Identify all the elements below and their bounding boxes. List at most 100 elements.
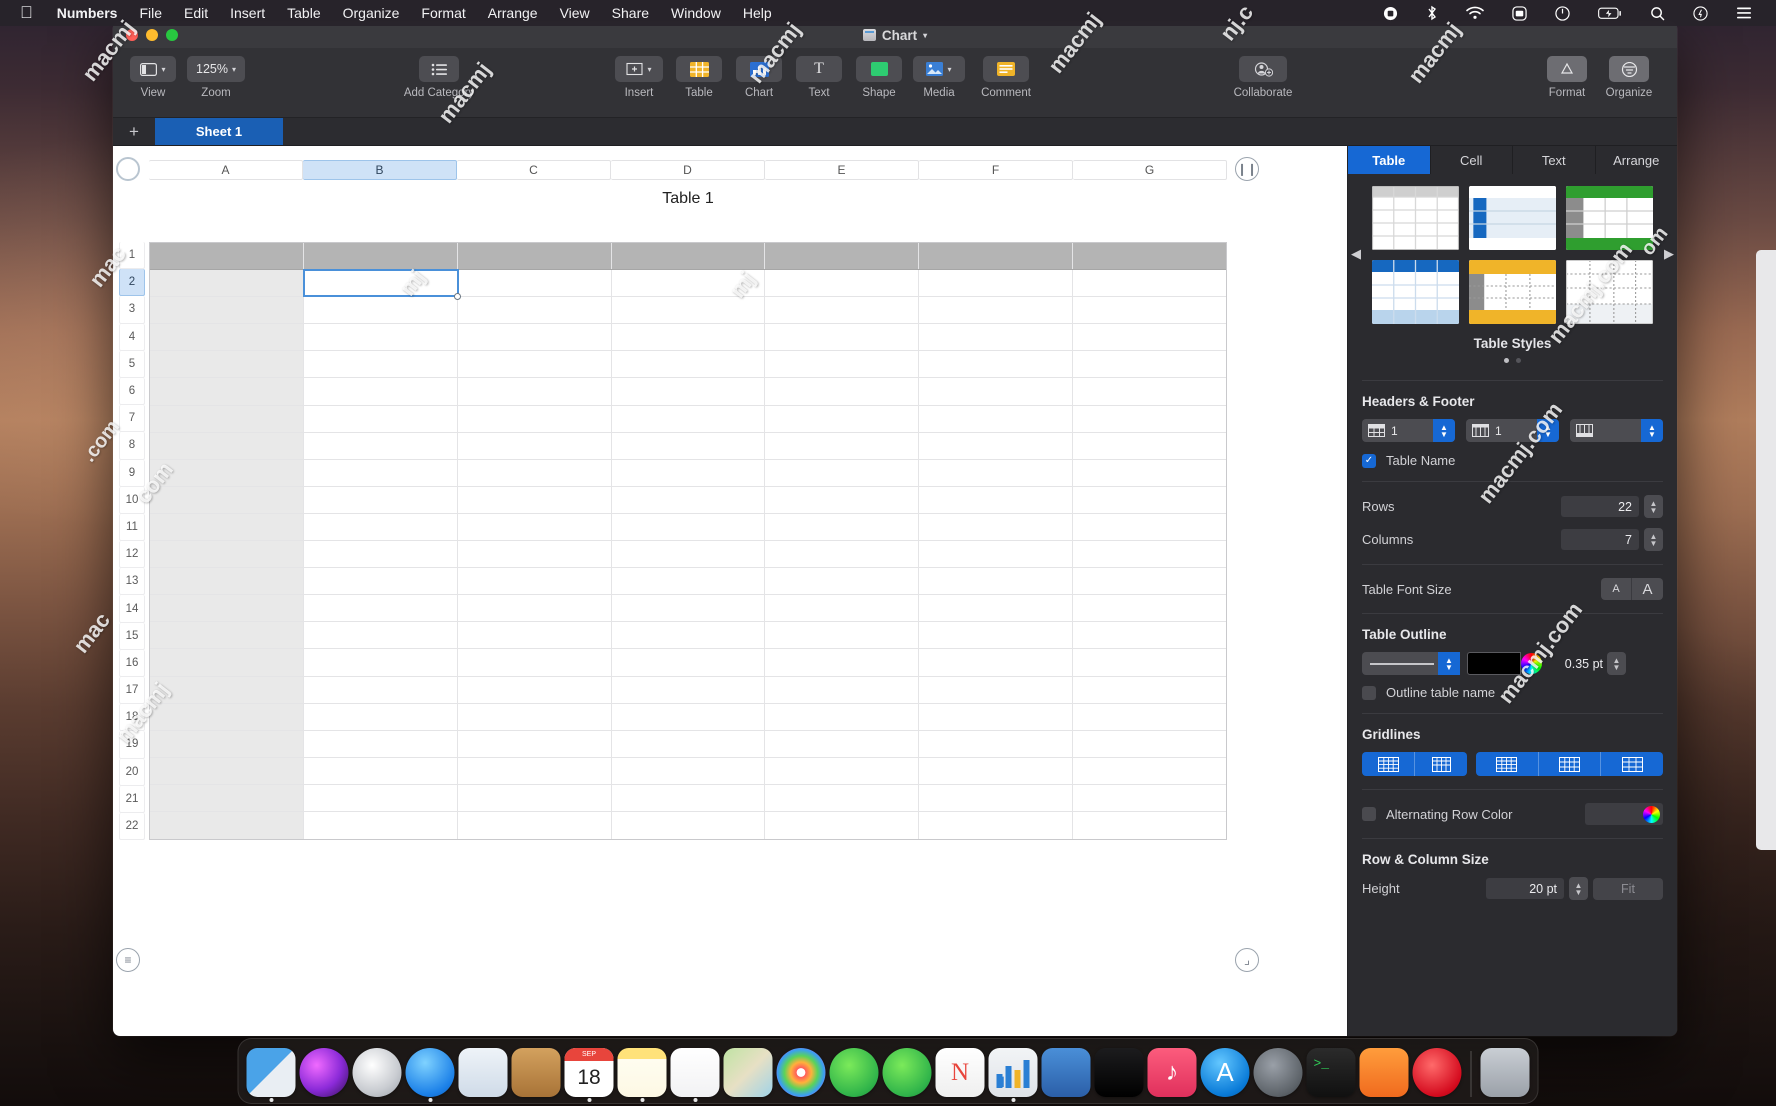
outline-table-name-row[interactable]: ✓ Outline table name — [1348, 685, 1677, 700]
cell-f18[interactable] — [919, 703, 1074, 730]
cell-d5[interactable] — [612, 351, 766, 378]
cell-g4[interactable] — [1073, 324, 1226, 350]
cell-g7[interactable] — [1073, 406, 1226, 432]
format-button[interactable] — [1547, 56, 1587, 82]
sheet-tab-sheet-1[interactable]: Sheet 1 — [155, 118, 283, 145]
cell-g1[interactable] — [1073, 243, 1226, 269]
cell-e13[interactable] — [765, 568, 920, 595]
cell-a1[interactable] — [150, 243, 304, 270]
column-header-e[interactable]: E — [765, 160, 919, 180]
body-gridlines-group[interactable] — [1476, 752, 1663, 776]
cell-c17[interactable] — [458, 676, 612, 703]
cell-c12[interactable] — [458, 541, 612, 568]
gridlines-controls[interactable] — [1348, 752, 1677, 776]
cell-d22[interactable] — [612, 811, 766, 840]
menu-item-window[interactable]: Window — [660, 0, 732, 26]
shape-button[interactable] — [856, 56, 902, 82]
cell-f5[interactable] — [919, 351, 1074, 378]
color-wheel-icon[interactable] — [1521, 653, 1542, 674]
cell-e1[interactable] — [765, 243, 920, 270]
cell-a2[interactable] — [150, 270, 304, 297]
collaborate-button[interactable] — [1239, 56, 1287, 82]
cell-g17[interactable] — [1073, 677, 1226, 703]
rows-stepper[interactable]: ▲ ▼ — [1644, 495, 1663, 518]
column-headers[interactable]: ABCDEFG — [149, 160, 1227, 180]
outline-width-stepper[interactable]: ▲ ▼ — [1607, 652, 1626, 675]
row-header-2[interactable]: 2 — [119, 269, 145, 297]
dock-icon-reminders[interactable] — [670, 1048, 720, 1102]
cell-g21[interactable] — [1073, 785, 1226, 811]
row-header-6[interactable]: 6 — [119, 377, 145, 406]
table-font-size-row[interactable]: Table Font Size A A — [1348, 578, 1677, 600]
dock-icon-safari[interactable] — [405, 1048, 455, 1102]
height-stepper[interactable]: ▲ ▼ — [1569, 877, 1588, 900]
cell-c9[interactable] — [458, 459, 612, 486]
cell-g2[interactable] — [1073, 270, 1226, 296]
menu-item-help[interactable]: Help — [732, 0, 783, 26]
apple-menu-icon[interactable]:  — [10, 4, 46, 23]
cell-f12[interactable] — [919, 541, 1074, 568]
styles-dot-2[interactable] — [1516, 358, 1521, 363]
table-font-size-segmented[interactable]: A A — [1601, 578, 1663, 600]
column-header-d[interactable]: D — [611, 160, 765, 180]
dock-icon-keynote[interactable] — [1041, 1048, 1091, 1097]
cell-b9[interactable] — [304, 459, 458, 486]
row-header-15[interactable]: 15 — [119, 622, 145, 650]
row-header-11[interactable]: 11 — [119, 513, 145, 542]
style-thumb-grey-basic[interactable] — [1372, 186, 1459, 250]
header-vertical-gridlines-button[interactable] — [1415, 752, 1467, 776]
cell-f14[interactable] — [919, 595, 1074, 622]
cell-d20[interactable] — [612, 757, 766, 784]
cell-c22[interactable] — [458, 811, 612, 840]
dock-icon-terminal[interactable]: >_ — [1306, 1048, 1356, 1097]
rows-row[interactable]: Rows 22 ▲ ▼ — [1348, 495, 1677, 518]
cell-a4[interactable] — [150, 324, 304, 351]
cell-e4[interactable] — [765, 324, 920, 351]
style-thumb-blue-header[interactable] — [1372, 260, 1459, 324]
cell-b21[interactable] — [304, 784, 458, 811]
siri-icon[interactable] — [1679, 5, 1722, 21]
cell-e2[interactable] — [765, 270, 920, 297]
outline-color-control[interactable] — [1467, 652, 1542, 675]
table-row[interactable] — [150, 269, 1226, 301]
cell-b12[interactable] — [304, 541, 458, 568]
toolbar-collaborate[interactable]: Collaborate — [1224, 48, 1302, 99]
dock-icon-siri[interactable] — [299, 1048, 349, 1097]
toolbar-add-category[interactable]: Add Category — [395, 48, 483, 99]
table-row[interactable] — [150, 568, 1226, 596]
cell-e11[interactable] — [765, 513, 920, 541]
cell-d3[interactable] — [612, 297, 766, 324]
cell-a21[interactable] — [150, 784, 304, 811]
cell-b11[interactable] — [304, 513, 458, 541]
add-sheet-button[interactable]: + — [113, 118, 155, 145]
cell-b10[interactable] — [304, 486, 458, 513]
decrease-font-size-button[interactable]: A — [1601, 578, 1632, 600]
chevron-down-icon[interactable]: ▾ — [923, 31, 927, 40]
styles-next-arrow[interactable]: ▶ — [1664, 246, 1674, 262]
menu-item-table[interactable]: Table — [276, 0, 331, 26]
cell-d21[interactable] — [612, 784, 766, 811]
dock-icon-messages[interactable] — [829, 1048, 879, 1097]
row-headers[interactable]: 1 2 3 4 5 6 7 8 9 10 11 12 13 14 15 16 17 18 19 20 21 22 — [119, 242, 145, 841]
toolbar-insert[interactable]: ▾ Insert — [613, 48, 665, 99]
header-gridlines-group[interactable] — [1362, 752, 1467, 776]
table-row[interactable] — [150, 811, 1226, 840]
cell-b4[interactable] — [304, 324, 458, 351]
spreadsheet-grid[interactable] — [149, 242, 1227, 840]
row-options-handle[interactable]: ≡ — [116, 948, 140, 972]
row-header-4[interactable]: 4 — [119, 323, 145, 351]
toolbar-zoom[interactable]: 125% ▾ Zoom — [187, 48, 245, 99]
cell-f13[interactable] — [919, 568, 1074, 595]
cell-a16[interactable] — [150, 649, 304, 676]
cell-g15[interactable] — [1073, 622, 1226, 648]
cell-c1[interactable] — [458, 243, 612, 270]
row-header-22[interactable]: 22 — [119, 812, 145, 841]
cell-c4[interactable] — [458, 324, 612, 351]
row-header-14[interactable]: 14 — [119, 595, 145, 623]
cell-f15[interactable] — [919, 622, 1074, 649]
cell-c10[interactable] — [458, 486, 612, 513]
dock-icon-maps[interactable] — [723, 1048, 773, 1097]
styles-dot-1[interactable] — [1504, 358, 1509, 363]
cell-a19[interactable] — [150, 730, 304, 757]
tab-arrange[interactable]: Arrange — [1596, 146, 1678, 174]
